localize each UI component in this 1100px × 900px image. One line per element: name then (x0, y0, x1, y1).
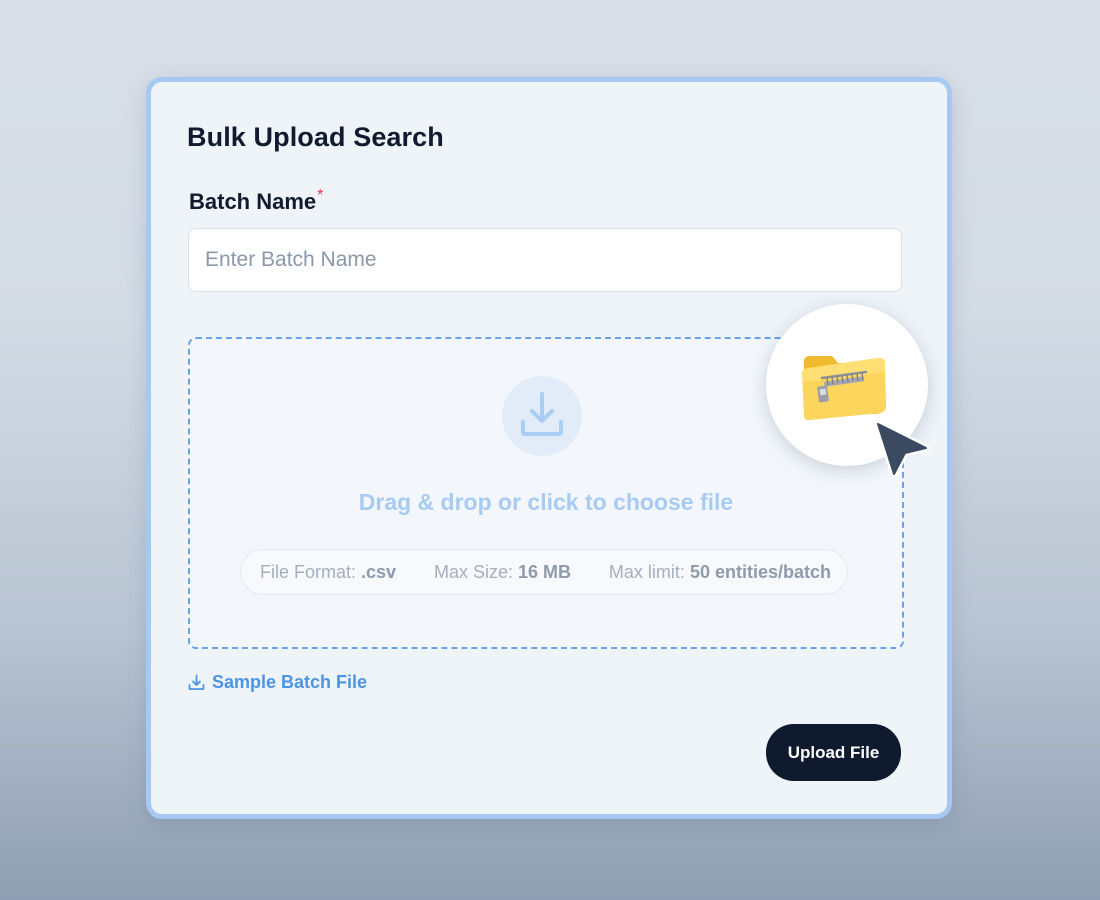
file-format-info: File Format: .csv (260, 562, 396, 583)
download-tray-icon (521, 392, 563, 436)
max-size-info: Max Size: 16 MB (434, 562, 571, 583)
required-mark: * (317, 187, 324, 204)
batch-name-label: Batch Name* (189, 187, 324, 215)
upload-file-button[interactable]: Upload File (766, 724, 901, 781)
sample-batch-file-label: Sample Batch File (212, 672, 368, 692)
batch-name-input[interactable] (188, 228, 902, 292)
file-requirements: File Format: .csv Max Size: 16 MB Max li… (240, 549, 848, 595)
download-icon (188, 674, 205, 690)
max-size-label: Max Size: (433, 561, 513, 582)
zip-folder-icon (802, 356, 886, 421)
upload-icon-circle (502, 376, 582, 456)
max-limit-label: Max limit: (608, 561, 685, 582)
cursor-arrow-icon (874, 420, 930, 478)
max-size-value: 16 MB (518, 561, 572, 582)
file-format-value: .csv (361, 561, 397, 582)
max-limit-value: 50 entities/batch (689, 561, 831, 582)
dropzone-prompt: Drag & drop or click to choose file (358, 489, 734, 515)
file-format-label: File Format: (260, 561, 357, 582)
batch-name-label-text: Batch Name (189, 189, 317, 214)
page-title: Bulk Upload Search (187, 122, 444, 152)
max-limit-info: Max limit: 50 entities/batch (609, 562, 831, 583)
sample-batch-file-link[interactable]: Sample Batch File (188, 672, 367, 693)
